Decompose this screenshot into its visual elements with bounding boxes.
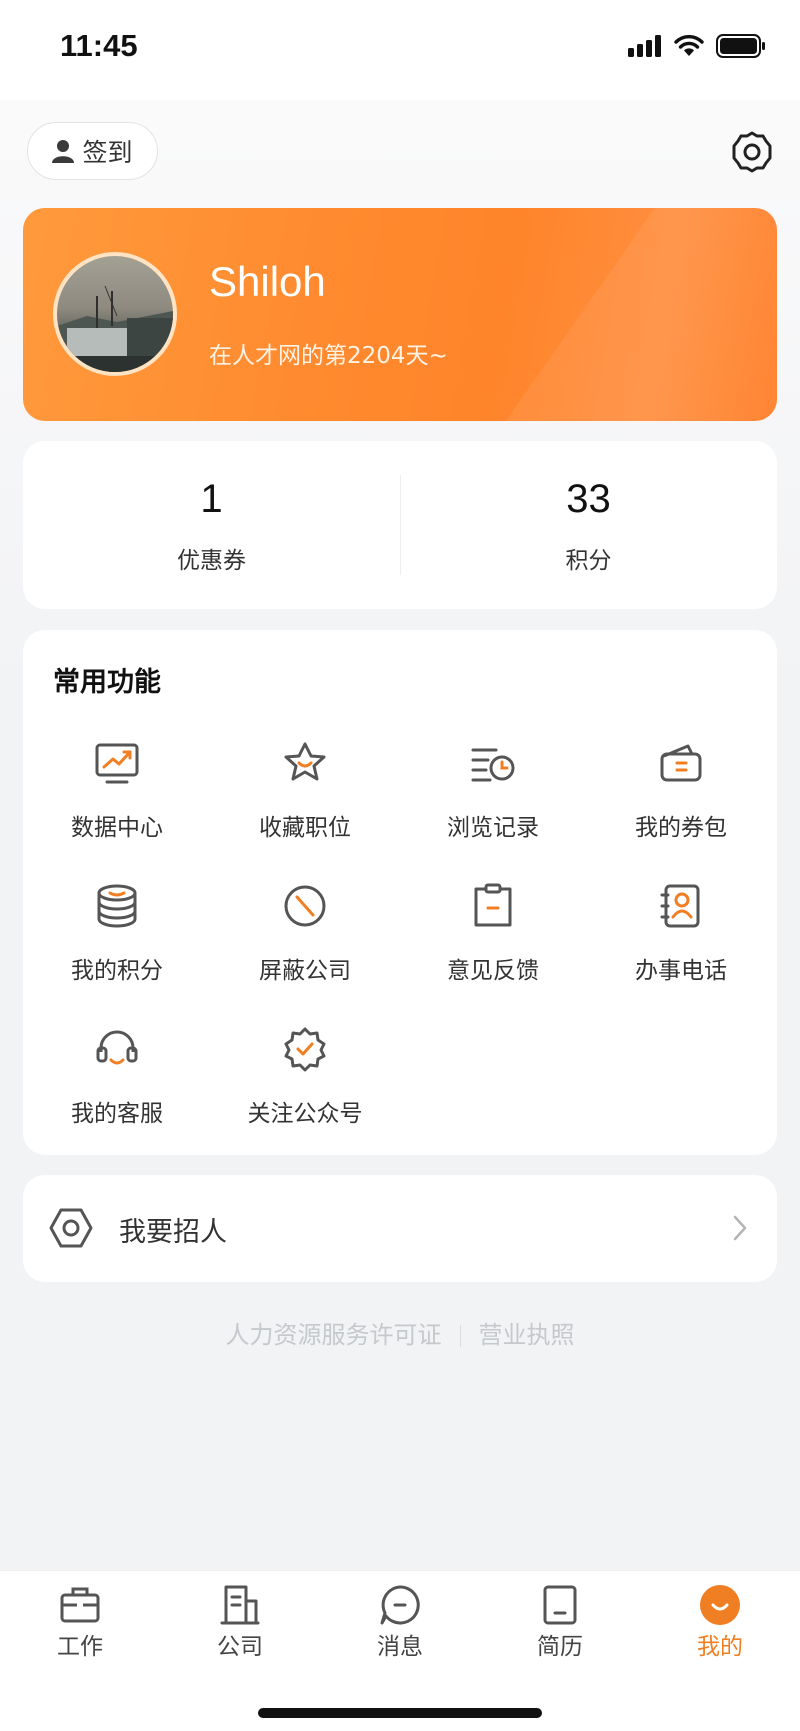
status-time: 11:45 [60, 28, 138, 63]
feature-customer-service[interactable]: 我的客服 [23, 1024, 211, 1144]
contacts-icon [660, 884, 700, 928]
divider [459, 1325, 461, 1347]
battery-icon [716, 34, 765, 58]
profile-icon [700, 1585, 740, 1625]
tab-label: 工作 [57, 1634, 103, 1660]
recruit-row[interactable]: 我要招人 [23, 1175, 777, 1282]
briefcase-icon [60, 1587, 100, 1623]
history-icon [471, 748, 515, 782]
feature-browse-history[interactable]: 浏览记录 [399, 738, 587, 858]
tab-label: 消息 [377, 1634, 423, 1660]
feature-label: 我的券包 [635, 815, 727, 841]
tab-label: 我的 [697, 1634, 743, 1660]
banner-decoration [344, 208, 777, 421]
badge-check-icon [284, 1027, 326, 1072]
tab-label: 公司 [217, 1634, 263, 1660]
feature-label: 我的客服 [71, 1101, 163, 1127]
feature-data-center[interactable]: 数据中心 [23, 738, 211, 858]
avatar[interactable] [53, 252, 177, 376]
feature-feedback[interactable]: 意见反馈 [399, 881, 587, 1001]
block-icon [284, 885, 326, 927]
recruit-label: 我要招人 [119, 1217, 227, 1248]
gear-icon[interactable] [730, 130, 774, 174]
signin-label: 签到 [82, 138, 133, 167]
feature-follow-account[interactable]: 关注公众号 [211, 1024, 399, 1144]
feature-coupon-wallet[interactable]: 我的券包 [587, 738, 775, 858]
coupon-stat[interactable]: 1 优惠券 [23, 441, 400, 609]
chevron-right-icon [733, 1215, 747, 1241]
tab-label: 简历 [537, 1634, 583, 1660]
feature-service-phone[interactable]: 办事电话 [587, 881, 775, 1001]
headset-icon [96, 1030, 138, 1065]
tab-bar: 工作 公司 消息 简历 我的 [0, 1570, 800, 1731]
tab-work[interactable]: 工作 [0, 1571, 160, 1671]
features-title: 常用功能 [53, 667, 161, 698]
profile-banner[interactable]: Shiloh 在人才网的第2204天~ [23, 208, 777, 421]
tab-resume[interactable]: 简历 [480, 1571, 640, 1671]
feedback-icon [474, 883, 512, 927]
business-license-link[interactable]: 营业执照 [479, 1321, 575, 1349]
resume-icon [543, 1585, 577, 1625]
feature-my-points[interactable]: 我的积分 [23, 881, 211, 1001]
feature-label: 浏览记录 [447, 815, 539, 841]
message-icon [380, 1585, 420, 1625]
signin-button[interactable]: 签到 [27, 122, 158, 180]
coins-icon [97, 884, 137, 928]
points-count: 33 [566, 477, 611, 521]
points-stat[interactable]: 33 积分 [400, 441, 777, 609]
license-link[interactable]: 人力资源服务许可证 [226, 1321, 442, 1349]
person-icon [52, 140, 75, 163]
hexagon-icon [49, 1208, 93, 1248]
points-label: 积分 [565, 548, 612, 574]
coupon-count: 1 [200, 477, 223, 521]
feature-block-company[interactable]: 屏蔽公司 [211, 881, 399, 1001]
avatar-photo [57, 285, 173, 372]
home-indicator [258, 1708, 542, 1718]
status-icons [628, 34, 766, 58]
feature-label: 数据中心 [71, 815, 163, 841]
tab-messages[interactable]: 消息 [320, 1571, 480, 1671]
username: Shiloh [209, 258, 326, 305]
feature-label: 办事电话 [635, 958, 727, 984]
feature-label: 收藏职位 [259, 815, 351, 841]
feature-saved-jobs[interactable]: 收藏职位 [211, 738, 399, 858]
wallet-icon [660, 744, 702, 782]
tab-company[interactable]: 公司 [160, 1571, 320, 1671]
tab-profile[interactable]: 我的 [640, 1571, 800, 1671]
feature-label: 关注公众号 [247, 1101, 363, 1127]
building-icon [220, 1585, 260, 1625]
member-days: 在人才网的第2204天~ [209, 343, 448, 369]
feature-label: 意见反馈 [447, 958, 539, 984]
status-bar: 11:45 [0, 0, 800, 100]
coupon-label: 优惠券 [177, 548, 246, 574]
chart-icon [95, 743, 139, 784]
star-icon [284, 742, 326, 781]
signal-icon [628, 35, 661, 57]
feature-label: 屏蔽公司 [259, 958, 351, 984]
features-card: 常用功能 数据中心 收藏职位 浏览记录 我的券包 我的积分 屏蔽公司 意见反馈 … [23, 630, 777, 1155]
wifi-icon [674, 35, 704, 56]
footer-links: 人力资源服务许可证 营业执照 [0, 1315, 800, 1350]
stats-card: 1 优惠券 33 积分 [23, 441, 777, 609]
feature-label: 我的积分 [71, 958, 163, 984]
